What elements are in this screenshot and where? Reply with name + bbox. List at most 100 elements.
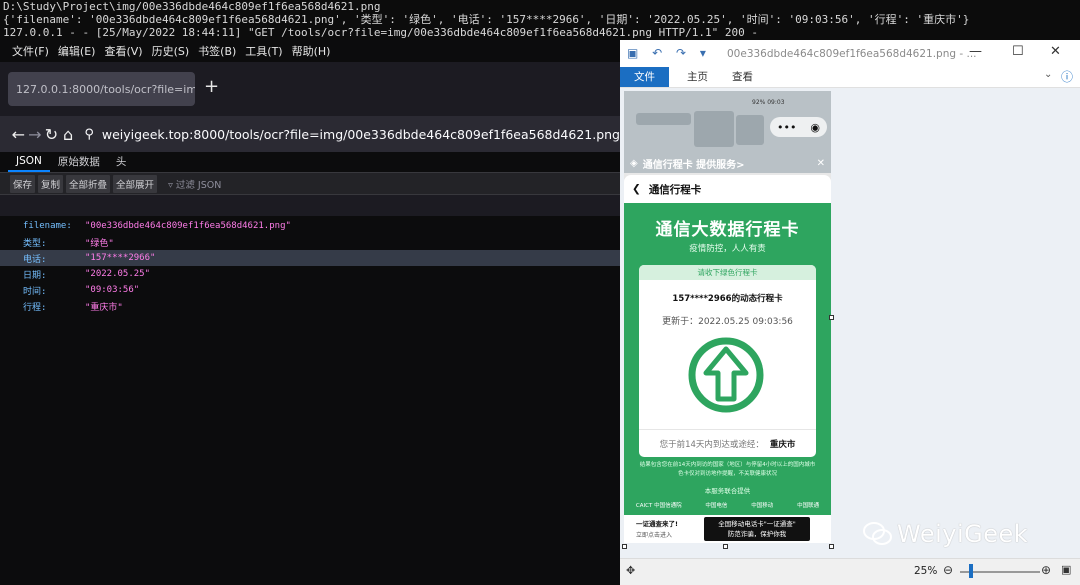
nav-bar: ← → ↻ ⌂ ⚲ weiyigeek.top:8000/tools/ocr?f… — [0, 116, 620, 152]
image-canvas: 92% 09:03 ••• ◉ ◈ 通信行程卡 提供服务> ✕ ❮ 通信行程卡 通… — [620, 88, 1080, 558]
new-tab-button[interactable]: + — [204, 76, 219, 98]
menu-help[interactable]: 帮助(H) — [292, 43, 331, 59]
fine-print-line: 色卡仅对到访地作提醒，不关联健康状况 — [677, 471, 777, 477]
menu-file[interactable]: 文件(F) — [12, 43, 49, 59]
tab-headers[interactable]: 头 — [108, 154, 135, 172]
tab-strip: 127.0.0.1:8000/tools/ocr?file=im + — [0, 62, 620, 116]
json-key: 时间: — [23, 286, 47, 297]
json-row[interactable]: 时间: "09:03:56" — [0, 282, 620, 298]
json-key: 类型: — [23, 238, 47, 249]
watermark: WeiyiGeek — [863, 520, 1028, 548]
logo-unicom: 中国联通 — [797, 503, 820, 509]
back-icon[interactable]: ← — [10, 125, 27, 144]
bottom-banner: 一证通查来了! 立即点击进入 全国移动电话卡"一证通查" 防范诈骗，保护你我 — [624, 515, 831, 543]
copy-button[interactable]: 复制 — [38, 174, 64, 193]
json-value: "00e336dbde464c809ef1f6ea568d4621.png" — [85, 221, 291, 231]
banner-button-line: 全国移动电话卡"一证通查" — [718, 520, 796, 528]
collapse-all-button[interactable]: 全部折叠 — [66, 174, 111, 193]
terminal-line: {'filename': '00e336dbde464c809ef1f6ea56… — [3, 13, 970, 26]
chevron-down-icon[interactable]: ⌄ — [1044, 69, 1052, 80]
resize-handle[interactable] — [829, 315, 834, 320]
mini-program-capsule[interactable]: ••• ◉ — [770, 117, 827, 137]
fine-print: 结果包含您在前14天内到访的国家（地区）与停留4小时以上的国内城市 色卡仅对到访… — [630, 461, 825, 479]
ribbon-tab-file[interactable]: 文件 — [620, 67, 669, 87]
card-header: ❮ 通信行程卡 — [624, 175, 831, 203]
tab-title: 127.0.0.1:8000/tools/ocr?file=im — [16, 82, 195, 96]
back-arrow-icon[interactable]: ❮ — [632, 183, 641, 195]
green-panel: 通信大数据行程卡 疫情防控，人人有责 请收下绿色行程卡 157****2966的… — [624, 203, 831, 515]
image-viewer-window: ▣ ↶ ↷ ▾ 00e336dbde464c809ef1f6ea568d4621… — [620, 40, 1080, 585]
close-icon[interactable]: ✕ — [817, 158, 825, 169]
minimize-icon[interactable]: — — [969, 44, 982, 59]
maximize-icon[interactable]: ☐ — [1012, 44, 1024, 59]
json-row[interactable]: 行程: "重庆市" — [0, 298, 620, 314]
provider-label: 本服务联合提供 — [704, 487, 751, 495]
search-icon: ⚲ — [84, 126, 94, 142]
browser-tab[interactable]: 127.0.0.1:8000/tools/ocr?file=im — [8, 72, 195, 106]
more-icon[interactable]: ••• — [777, 121, 796, 134]
save-button[interactable]: 保存 — [10, 174, 36, 193]
url-text: weiyigeek.top:8000/tools/ocr?file=img/00… — [101, 126, 620, 142]
zoom-out-icon[interactable]: ⊖ — [943, 563, 953, 577]
expand-all-button[interactable]: 全部展开 — [113, 174, 158, 193]
url-bar[interactable]: ⚲ weiyigeek.top:8000/tools/ocr?file=img/… — [84, 127, 620, 142]
zoom-in-icon[interactable]: ⊕ — [1041, 563, 1051, 577]
leaf-icon: ◈ — [630, 157, 638, 169]
json-row[interactable]: 类型: "绿色" — [0, 234, 620, 250]
ribbon-tab-view[interactable]: 查看 — [726, 67, 759, 87]
browser-window: 文件(F) 编辑(E) 查看(V) 历史(S) 书签(B) 工具(T) 帮助(H… — [0, 40, 620, 584]
json-key: filename: — [23, 221, 72, 231]
visited-line: 您于前14天内到达或途经： 重庆市 — [639, 429, 816, 458]
menu-bookmarks[interactable]: 书签(B) — [198, 43, 236, 59]
json-value: "2022.05.25" — [85, 269, 151, 279]
move-icon[interactable]: ✥ — [626, 564, 635, 577]
viewer-title-bar: ▣ ↶ ↷ ▾ 00e336dbde464c809ef1f6ea568d4621… — [620, 40, 1080, 67]
status-bar: 92% 09:03 — [752, 99, 785, 106]
status-bar: ✥ 25% ⊖ ⊕ ▣ — [620, 558, 1080, 585]
forward-icon[interactable]: → — [27, 125, 44, 144]
terminal-line: 127.0.0.1 - - [25/May/2022 18:44:11] "GE… — [3, 26, 758, 39]
card-title: 通信行程卡 — [648, 183, 702, 196]
banner-button[interactable]: 全国移动电话卡"一证通查" 防范诈骗，保护你我 — [704, 517, 810, 541]
json-key: 电话: — [23, 254, 47, 265]
updated-time: 更新于：2022.05.25 09:03:56 — [662, 317, 793, 327]
zoom-slider-thumb[interactable] — [969, 564, 973, 578]
banner-title: 一证通查来了! — [636, 520, 678, 528]
menu-view[interactable]: 查看(V) — [104, 43, 142, 59]
json-toolbar: 保存 复制 全部折叠 全部展开 ▿ 过滤 JSON — [0, 173, 620, 195]
json-row[interactable]: filename: "00e336dbde464c809ef1f6ea568d46… — [0, 218, 620, 234]
visited-city: 重庆市 — [769, 440, 796, 450]
json-content: filename: "00e336dbde464c809ef1f6ea568d46… — [0, 216, 620, 584]
menu-tools[interactable]: 工具(T) — [245, 43, 282, 59]
quick-access-toolbar[interactable]: ▣ ↶ ↷ ▾ — [627, 46, 711, 60]
viewer-title: 00e336dbde464c809ef1f6ea568d4621.png - .… — [727, 47, 977, 60]
ribbon-tab-home[interactable]: 主页 — [681, 67, 714, 87]
exit-icon[interactable]: ◉ — [810, 121, 820, 134]
fit-icon[interactable]: ▣ — [1061, 563, 1071, 576]
json-row[interactable]: 日期: "2022.05.25" — [0, 266, 620, 282]
subtitle: 疫情防控，人人有责 — [689, 244, 766, 254]
json-viewer-tabs: JSON 原始数据 头 — [0, 152, 620, 173]
watermark-text: WeiyiGeek — [897, 520, 1029, 548]
close-icon[interactable]: ✕ — [1050, 44, 1061, 59]
green-arrow-icon — [686, 335, 766, 415]
filter-placeholder: 过滤 JSON — [175, 179, 222, 191]
help-icon[interactable]: ⓘ — [1061, 68, 1073, 85]
filter-json-input[interactable]: ▿ 过滤 JSON — [168, 177, 221, 191]
json-row[interactable]: 电话: "157****2966" — [0, 250, 620, 266]
logo-mobile: 中国移动 — [751, 503, 774, 509]
menu-edit[interactable]: 编辑(E) — [58, 43, 96, 59]
menu-history[interactable]: 历史(S) — [152, 43, 190, 59]
inner-card-header: 请收下绿色行程卡 — [639, 265, 816, 280]
reload-icon[interactable]: ↻ — [43, 125, 60, 144]
wechat-icon — [863, 522, 892, 545]
tab-json[interactable]: JSON — [8, 155, 50, 172]
home-icon[interactable]: ⌂ — [60, 125, 77, 144]
json-value: "绿色" — [85, 238, 114, 249]
resize-handle[interactable] — [829, 544, 834, 549]
resize-handle[interactable] — [622, 544, 627, 549]
banner-subtitle: 立即点击进入 — [636, 532, 673, 539]
resize-handle[interactable] — [723, 544, 728, 549]
tab-raw-data[interactable]: 原始数据 — [50, 154, 108, 172]
zoom-level: 25% — [914, 565, 938, 577]
